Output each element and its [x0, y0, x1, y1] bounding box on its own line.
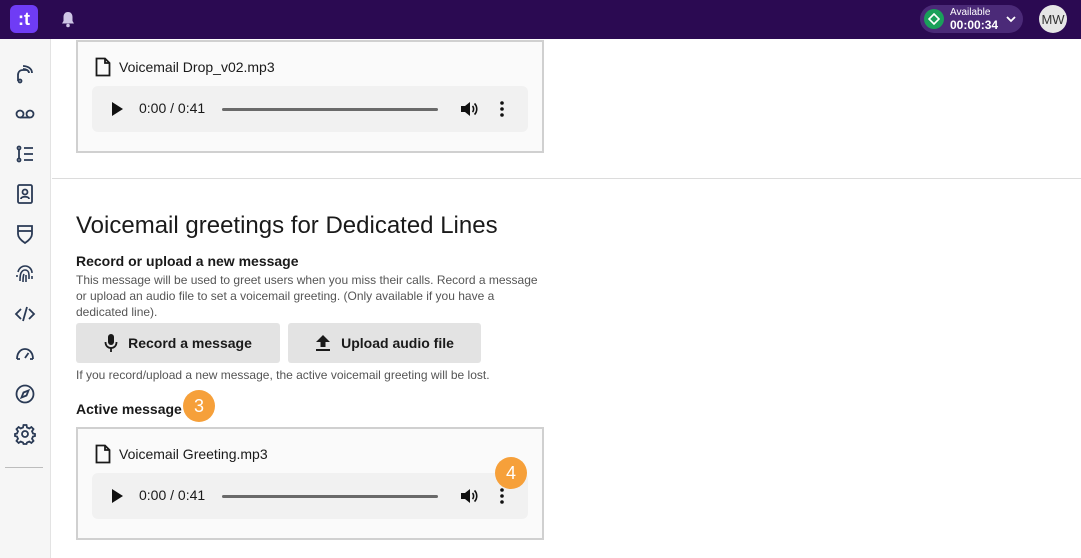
contacts-icon[interactable]: [13, 182, 37, 206]
record-message-button[interactable]: Record a message: [76, 323, 280, 363]
upload-icon: [316, 335, 331, 351]
audio-player[interactable]: 0:00 / 0:41: [92, 86, 528, 132]
code-icon[interactable]: [13, 302, 37, 326]
voicemail-drop-card: Voicemail Drop_v02.mp3 0:00 / 0:41: [76, 40, 544, 153]
list-icon[interactable]: [13, 142, 37, 166]
top-bar: :t Available 00:00:34 MW: [0, 0, 1081, 39]
active-message-heading: Active message: [76, 401, 182, 417]
availability-status[interactable]: Available 00:00:34: [920, 5, 1023, 33]
main-content: Voicemail Drop_v02.mp3 0:00 / 0:41 Voice…: [52, 39, 1081, 558]
step-badge-3: 3: [183, 390, 215, 422]
player-progress-track[interactable]: [222, 108, 438, 111]
status-label: Available: [950, 7, 991, 18]
step-badge-4: 4: [495, 457, 527, 489]
step-badge-number: 3: [193, 395, 204, 416]
record-heading: Record or upload a new message: [76, 253, 299, 269]
chevron-down-icon: [1006, 16, 1016, 23]
voicemail-icon[interactable]: [13, 102, 37, 126]
status-timer: 00:00:34: [950, 18, 999, 32]
section-divider: [52, 178, 1081, 179]
volume-icon[interactable]: [460, 487, 478, 505]
player-time: 0:00 / 0:41: [139, 487, 206, 503]
upload-audio-button[interactable]: Upload audio file: [288, 323, 481, 363]
compass-icon[interactable]: [13, 382, 37, 406]
upload-audio-label: Upload audio file: [341, 335, 454, 351]
file-icon: [95, 444, 111, 464]
section-title: Voicemail greetings for Dedicated Lines: [76, 212, 498, 239]
audio-player[interactable]: 0:00 / 0:41: [92, 473, 528, 519]
record-message-label: Record a message: [128, 335, 252, 351]
bell-icon[interactable]: [60, 11, 76, 28]
avatar[interactable]: MW: [1039, 5, 1067, 33]
gauge-icon[interactable]: [13, 342, 37, 366]
logo-glyph: :t: [18, 8, 30, 29]
fingerprint-icon[interactable]: [13, 262, 37, 286]
active-message-card: Voicemail Greeting.mp3 0:00 / 0:41: [76, 427, 544, 540]
player-time: 0:00 / 0:41: [139, 100, 206, 116]
microphone-icon: [104, 334, 118, 352]
sidebar: [0, 39, 51, 558]
file-name: Voicemail Drop_v02.mp3: [119, 59, 275, 75]
file-icon: [95, 57, 111, 77]
file-row: Voicemail Greeting.mp3: [95, 443, 268, 465]
play-icon[interactable]: [110, 488, 124, 504]
avatar-initials: MW: [1041, 11, 1065, 27]
calls-icon[interactable]: [13, 62, 37, 86]
volume-icon[interactable]: [460, 100, 478, 118]
step-badge-number: 4: [505, 462, 516, 483]
more-options-icon[interactable]: [498, 100, 506, 118]
app-logo[interactable]: :t: [10, 5, 38, 33]
shield-icon[interactable]: [13, 222, 37, 246]
more-options-icon[interactable]: [498, 487, 506, 505]
overwrite-warning: If you record/upload a new message, the …: [76, 368, 490, 382]
player-progress-track[interactable]: [222, 495, 438, 498]
status-indicator-icon: [924, 9, 944, 29]
file-row: Voicemail Drop_v02.mp3: [95, 56, 275, 78]
play-icon[interactable]: [110, 101, 124, 117]
sidebar-divider: [5, 467, 43, 468]
gear-icon[interactable]: [13, 422, 37, 446]
file-name: Voicemail Greeting.mp3: [119, 446, 268, 462]
record-description: This message will be used to greet users…: [76, 273, 538, 319]
